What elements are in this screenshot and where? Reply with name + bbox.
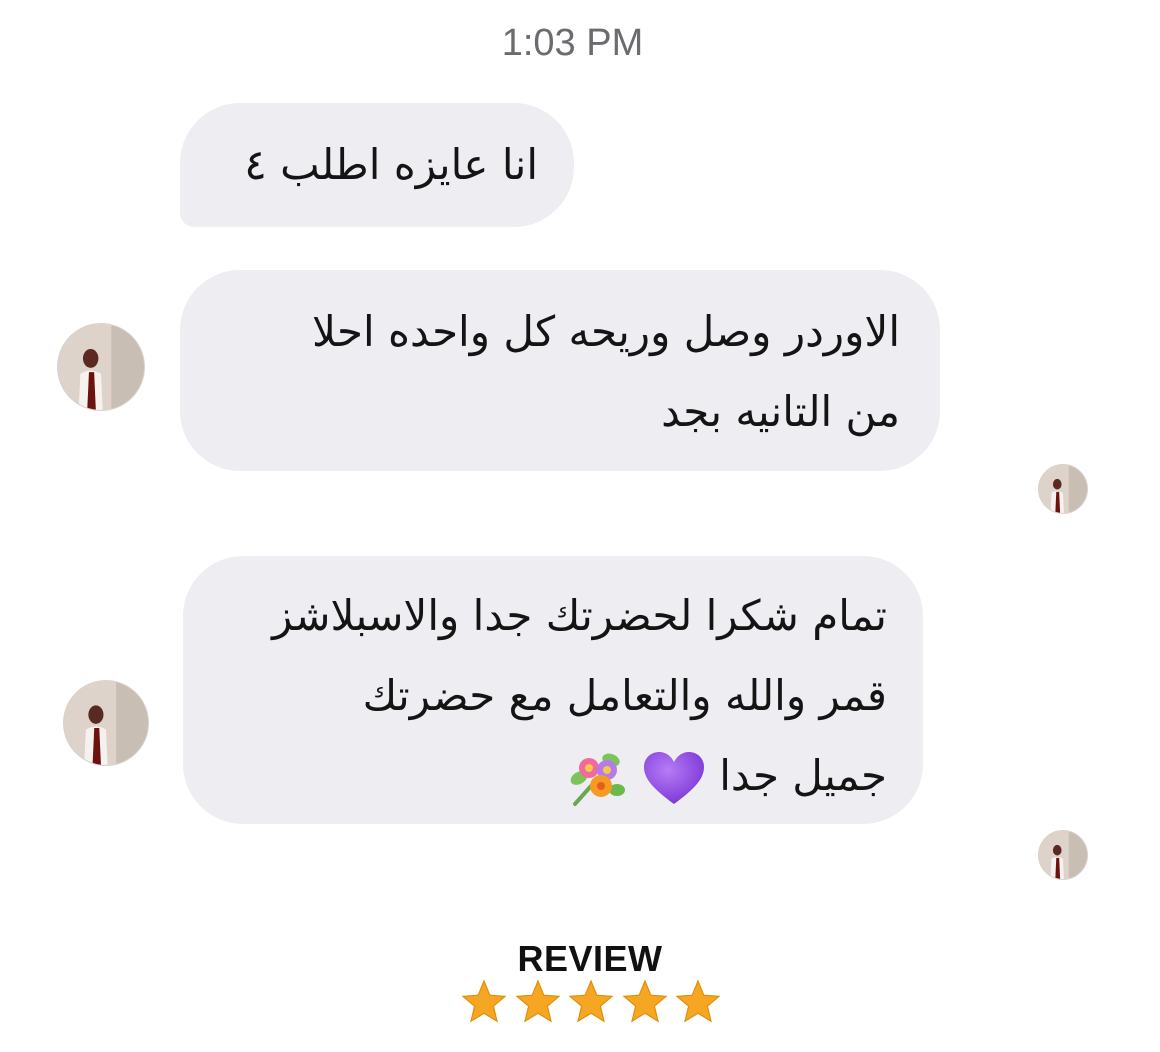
star-icon [675, 979, 721, 1023]
message-text: انا عايزه اطلب ٤ [244, 140, 538, 189]
message-bubble-1[interactable]: انا عايزه اطلب ٤ [180, 103, 574, 227]
user-photo-icon [1039, 831, 1087, 879]
message-text: الاوردر وصل وريحه كل واحده احلا [311, 307, 900, 356]
message-bubble-2[interactable]: الاوردر وصل وريحه كل واحده احلا من التان… [180, 270, 940, 471]
seen-receipt-avatar [1038, 830, 1088, 880]
purple-heart-icon [643, 751, 704, 804]
user-photo-icon [1039, 465, 1087, 513]
star-icon [621, 979, 668, 1023]
avatar[interactable] [57, 323, 145, 411]
avatar[interactable] [63, 680, 149, 766]
user-photo-icon [58, 324, 144, 410]
message-text: جميل جدا [719, 751, 887, 800]
message-text: من التانيه بجد [661, 387, 900, 436]
review-label: REVIEW [517, 938, 663, 979]
seen-receipt-avatar [1038, 464, 1088, 514]
message-timestamp: 1:03 PM [501, 22, 644, 64]
star-rating [460, 978, 722, 1028]
bouquet-icon [570, 753, 625, 806]
message-bubble-3[interactable]: تمام شكرا لحضرتك جدا والاسبلاشز قمر والل… [183, 556, 923, 824]
message-text: تمام شكرا لحضرتك جدا والاسبلاشز [272, 591, 887, 640]
star-icon [514, 979, 561, 1023]
star-icon [568, 979, 614, 1023]
message-text: قمر والله والتعامل مع حضرتك [362, 671, 887, 720]
star-icon [461, 979, 507, 1023]
user-photo-icon [64, 681, 148, 765]
